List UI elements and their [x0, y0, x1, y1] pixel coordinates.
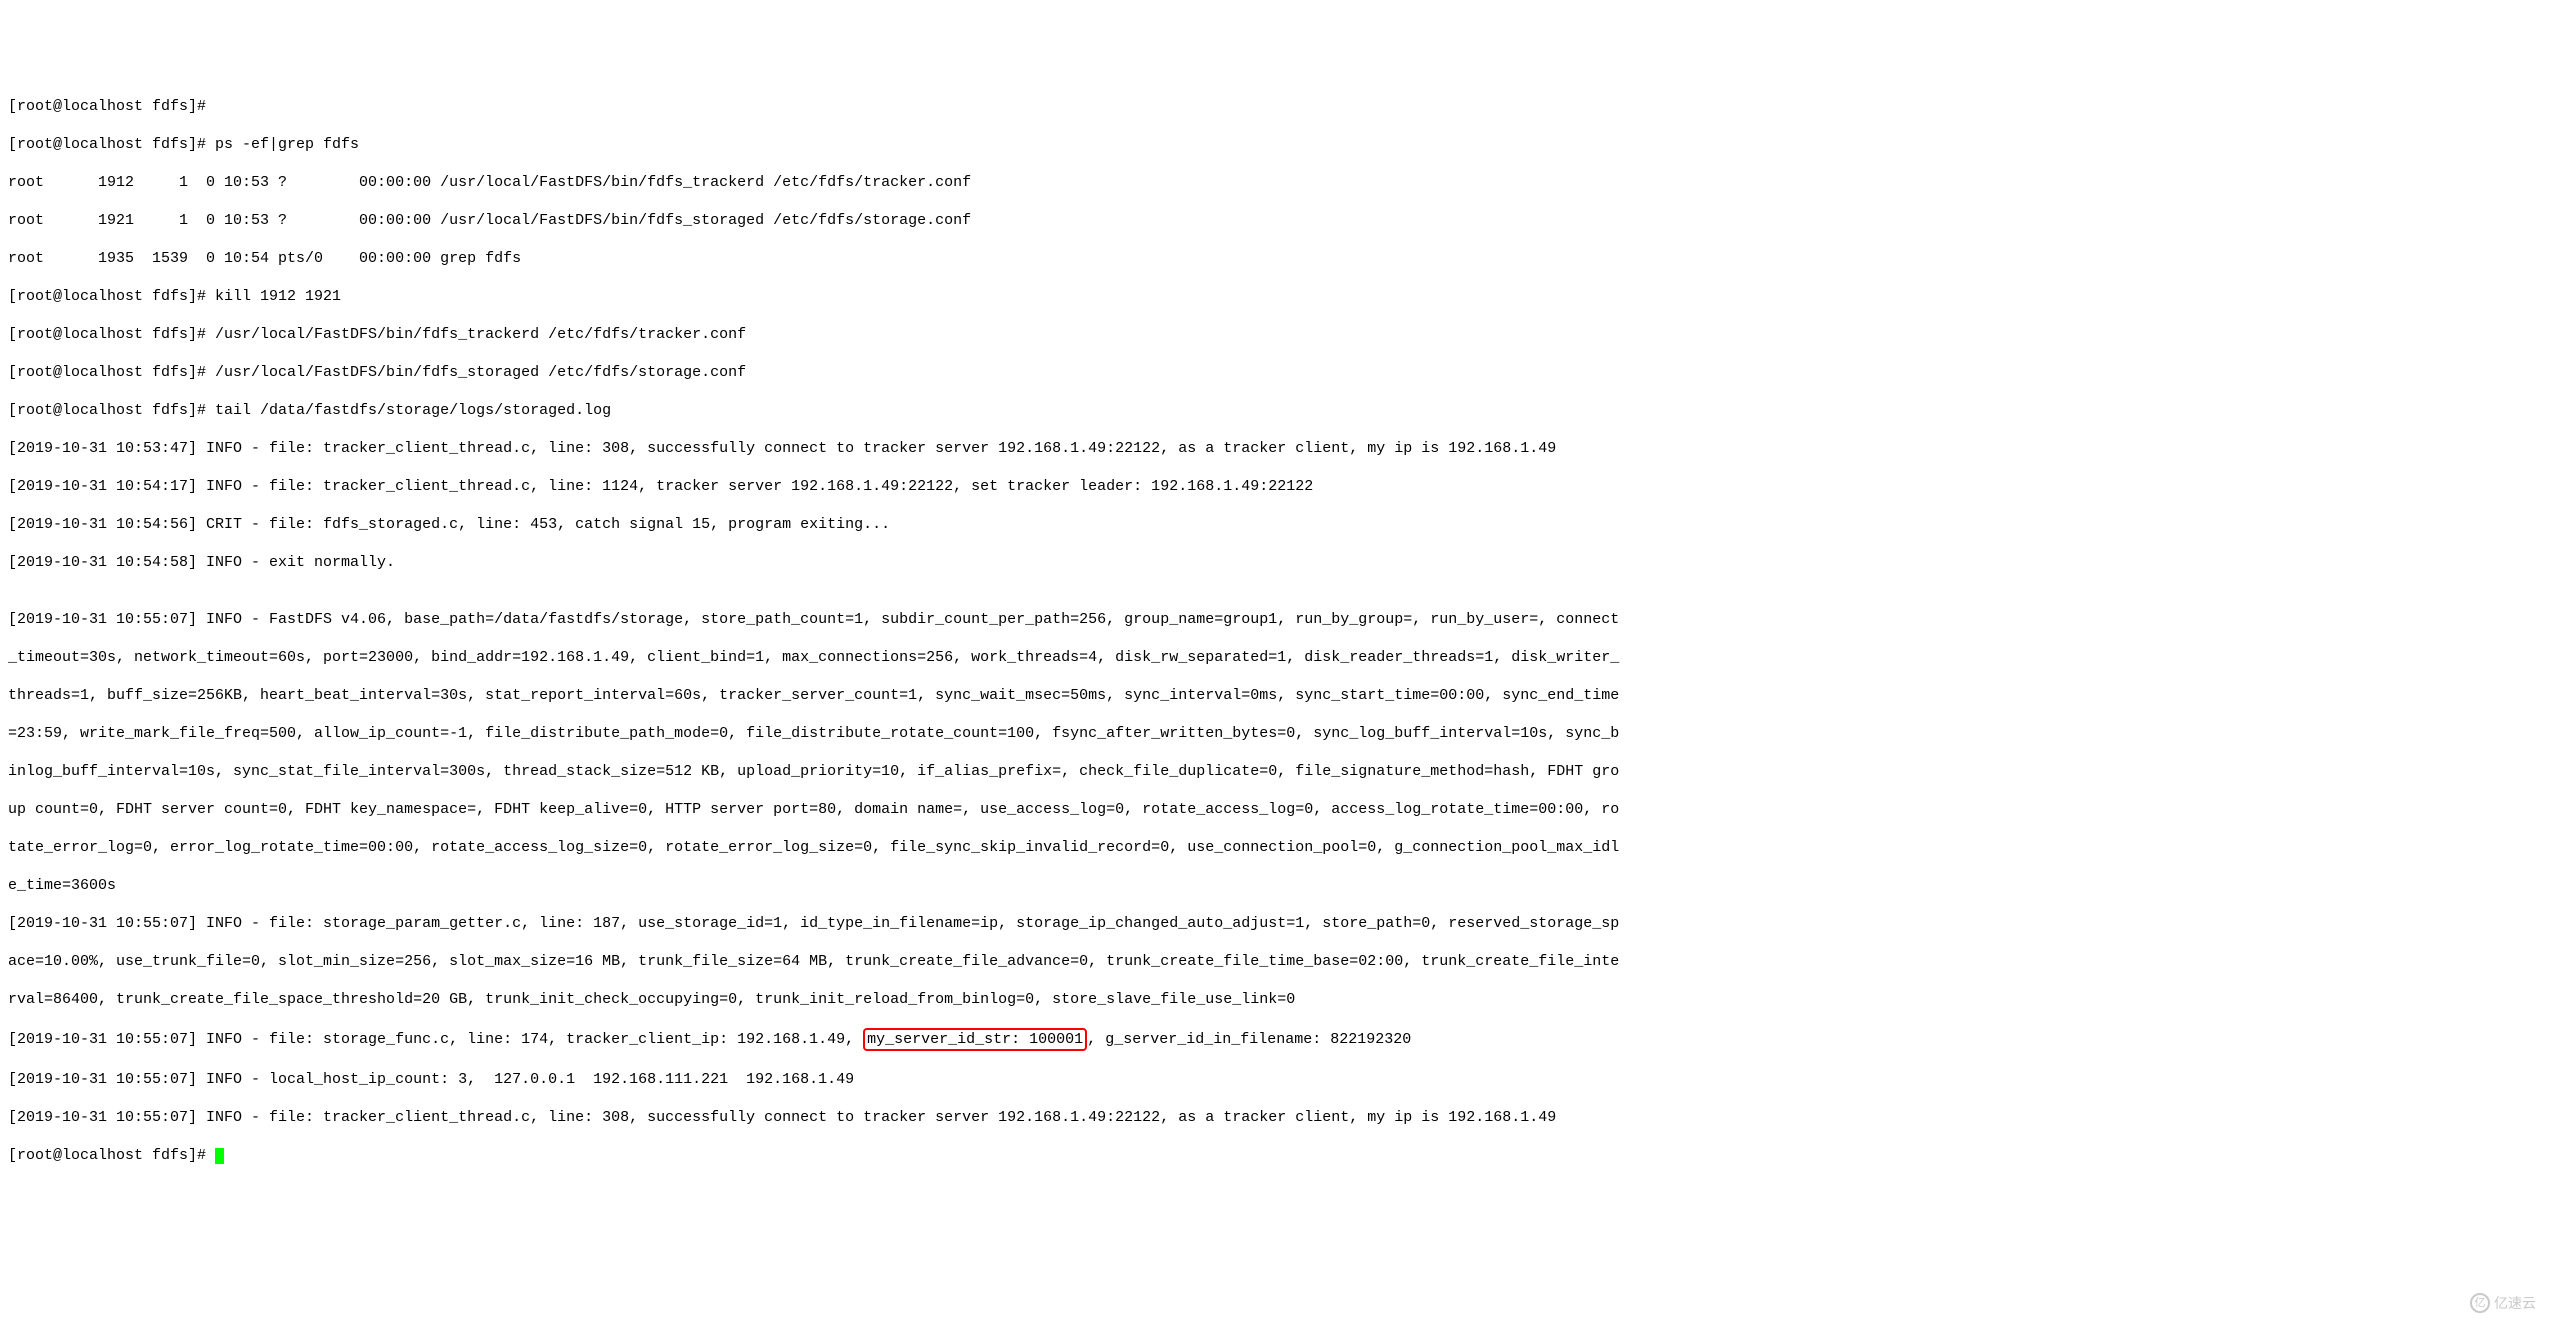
output-line: root 1912 1 0 10:53 ? 00:00:00 /usr/loca… [8, 173, 2548, 192]
log-line: [2019-10-31 10:54:17] INFO - file: track… [8, 477, 2548, 496]
terminal-cursor [215, 1148, 224, 1164]
log-line: up count=0, FDHT server count=0, FDHT ke… [8, 800, 2548, 819]
log-line: tate_error_log=0, error_log_rotate_time=… [8, 838, 2548, 857]
command-line: [root@localhost fdfs]# /usr/local/FastDF… [8, 325, 2548, 344]
log-line-highlighted: [2019-10-31 10:55:07] INFO - file: stora… [8, 1028, 2548, 1051]
prompt-line-cursor: [root@localhost fdfs]# [8, 1146, 2548, 1165]
output-line: root 1921 1 0 10:53 ? 00:00:00 /usr/loca… [8, 211, 2548, 230]
watermark-text: 亿速云 [2494, 1294, 2536, 1313]
log-line: [2019-10-31 10:54:58] INFO - exit normal… [8, 553, 2548, 572]
command-line: [root@localhost fdfs]# kill 1912 1921 [8, 287, 2548, 306]
log-line: [2019-10-31 10:53:47] INFO - file: track… [8, 439, 2548, 458]
log-line: _timeout=30s, network_timeout=60s, port=… [8, 648, 2548, 667]
log-line: [2019-10-31 10:55:07] INFO - file: track… [8, 1108, 2548, 1127]
prompt-text: [root@localhost fdfs]# [8, 1147, 215, 1164]
prompt-line: [root@localhost fdfs]# [8, 97, 2548, 116]
log-text-after: , g_server_id_in_filename: 822192320 [1087, 1031, 1411, 1048]
log-line: [2019-10-31 10:55:07] INFO - local_host_… [8, 1070, 2548, 1089]
log-line: [2019-10-31 10:54:56] CRIT - file: fdfs_… [8, 515, 2548, 534]
terminal-output[interactable]: [root@localhost fdfs]# [root@localhost f… [8, 78, 2548, 1184]
log-line: [2019-10-31 10:55:07] INFO - file: stora… [8, 914, 2548, 933]
command-line: [root@localhost fdfs]# ps -ef|grep fdfs [8, 135, 2548, 154]
log-line: [2019-10-31 10:55:07] INFO - FastDFS v4.… [8, 610, 2548, 629]
log-line: inlog_buff_interval=10s, sync_stat_file_… [8, 762, 2548, 781]
command-line: [root@localhost fdfs]# /usr/local/FastDF… [8, 363, 2548, 382]
watermark-icon: 亿 [2470, 1293, 2490, 1313]
log-line: ace=10.00%, use_trunk_file=0, slot_min_s… [8, 952, 2548, 971]
log-line: threads=1, buff_size=256KB, heart_beat_i… [8, 686, 2548, 705]
log-text-before: [2019-10-31 10:55:07] INFO - file: stora… [8, 1031, 863, 1048]
command-line: [root@localhost fdfs]# tail /data/fastdf… [8, 401, 2548, 420]
log-line: =23:59, write_mark_file_freq=500, allow_… [8, 724, 2548, 743]
log-line: e_time=3600s [8, 876, 2548, 895]
log-line: rval=86400, trunk_create_file_space_thre… [8, 990, 2548, 1009]
output-line: root 1935 1539 0 10:54 pts/0 00:00:00 gr… [8, 249, 2548, 268]
watermark: 亿 亿速云 [2470, 1293, 2536, 1313]
server-id-highlight: my_server_id_str: 100001 [863, 1028, 1087, 1051]
